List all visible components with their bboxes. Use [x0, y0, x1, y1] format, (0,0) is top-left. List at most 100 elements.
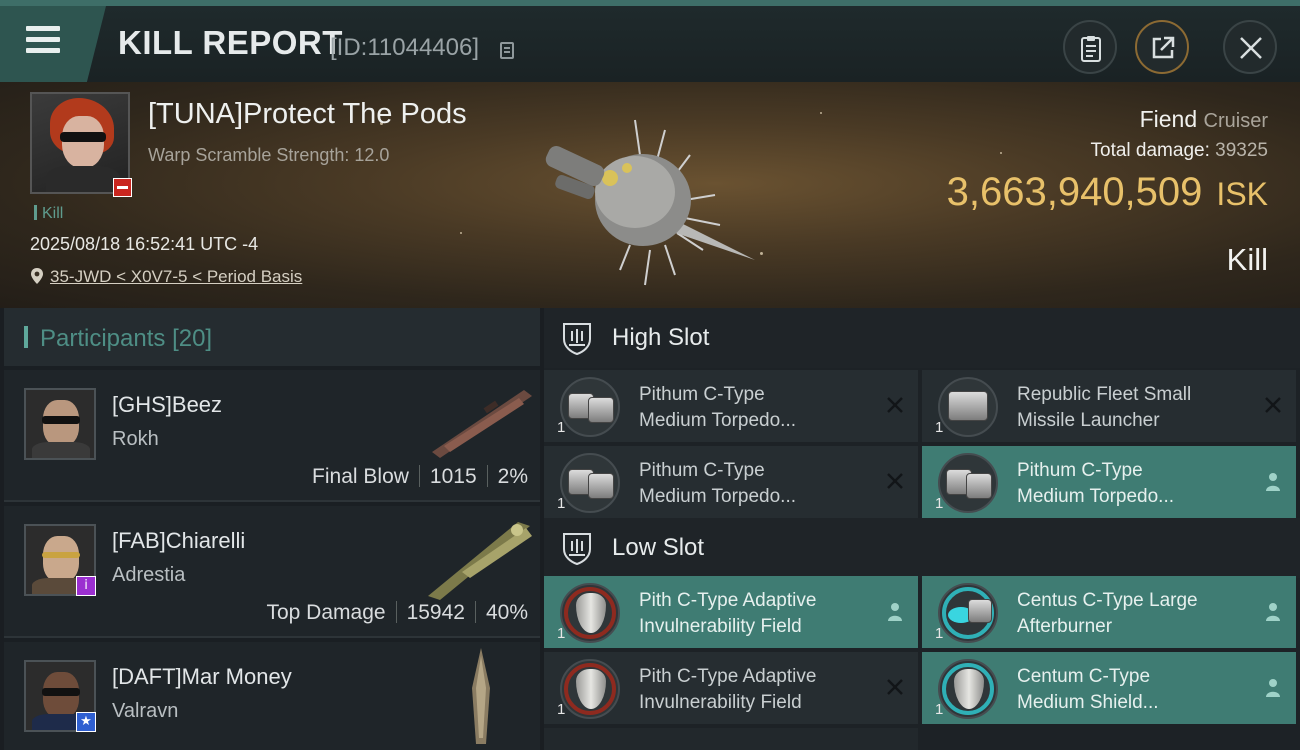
avatar-face — [43, 536, 79, 582]
page-title: KILL REPORT — [118, 24, 343, 61]
participant-ship-image — [428, 522, 532, 600]
low-slot-header: Low Slot — [544, 518, 1300, 578]
afterburner-icon — [938, 583, 998, 643]
participant-avatar[interactable] — [24, 388, 96, 460]
module-name-line1: Pithum C-Type — [1017, 460, 1143, 481]
dropped-person-icon — [1266, 473, 1280, 491]
participant-ship-image — [472, 648, 490, 744]
module-quantity: 1 — [935, 419, 944, 436]
participant-damage: 1015 — [429, 465, 477, 488]
kill-tag: Kill — [34, 205, 63, 223]
module-item[interactable]: 1 Pithum C-Type Medium Torpedo... — [922, 446, 1296, 518]
module-name-line2: Invulnerability Field — [639, 616, 802, 637]
participant-damage: 15942 — [406, 601, 465, 624]
destroyed-icon — [887, 679, 903, 695]
launcher-tube — [588, 397, 614, 423]
module-quantity: 1 — [935, 701, 944, 718]
participant-role: Final Blow — [312, 465, 409, 488]
hamburger-icon-bar — [26, 48, 60, 53]
participant-row[interactable]: ★ [DAFT]Mar Money Valravn — [4, 642, 540, 750]
participant-stats: Final Blow 1015 2% — [312, 465, 528, 489]
low-slot-icon — [563, 533, 591, 565]
participant-stats: Top Damage 15942 40% — [266, 601, 528, 625]
destroyed-icon — [887, 473, 903, 489]
module-quantity: 1 — [557, 495, 566, 512]
high-slot-header: High Slot — [544, 308, 1300, 368]
module-item-partial[interactable] — [544, 728, 918, 750]
close-button[interactable] — [1223, 20, 1277, 74]
module-name-line2: Medium Torpedo... — [1017, 486, 1175, 507]
participant-percent: 40% — [485, 601, 528, 624]
participants-panel: Participants [20] [GHS]Beez Rokh Final B… — [4, 308, 540, 750]
module-item[interactable]: 1 Centus C-Type Large Afterburner — [922, 576, 1296, 648]
module-name-line2: Missile Launcher — [1017, 410, 1160, 431]
participant-name: [FAB]Chiarelli — [112, 528, 246, 553]
module-item[interactable]: 1 Pith C-Type Adaptive Invulnerability Fi… — [544, 576, 918, 648]
module-item[interactable]: 1 Centum C-Type Medium Shield... — [922, 652, 1296, 724]
location-link[interactable]: 35-JWD < X0V7-5 < Period Basis — [50, 267, 302, 286]
torpedo-launcher-icon — [560, 453, 620, 513]
avatar-body — [32, 442, 90, 458]
module-name: Centus C-Type Large Afterburner — [1017, 588, 1247, 640]
share-icon — [1152, 36, 1175, 59]
module-name-line2: Afterburner — [1017, 616, 1113, 637]
avatar-glasses — [60, 132, 106, 142]
invulnerability-field-icon — [560, 583, 620, 643]
shield-extender-icon — [938, 659, 998, 719]
module-name-line2: Medium Torpedo... — [639, 410, 797, 431]
total-damage: Total damage: 39325 — [1091, 140, 1268, 162]
module-name-line2: Medium Shield... — [1017, 692, 1159, 713]
kill-location[interactable]: 35-JWD < X0V7-5 < Period Basis — [30, 267, 302, 287]
module-name: Republic Fleet Small Missile Launcher — [1017, 382, 1247, 434]
kill-result: Kill — [1226, 242, 1268, 277]
clipboard-button[interactable] — [1063, 20, 1117, 74]
star — [1000, 152, 1002, 154]
header-marker — [24, 326, 28, 348]
close-icon — [1240, 37, 1262, 59]
module-name-line1: Centus C-Type Large — [1017, 590, 1198, 611]
participant-ship: Rokh — [112, 428, 159, 450]
module-item[interactable]: 1 Pithum C-Type Medium Torpedo... — [544, 446, 918, 518]
participant-ship-image — [432, 390, 532, 458]
isk-unit: ISK — [1216, 176, 1268, 212]
dropped-person-icon — [1266, 603, 1280, 621]
launcher-tube — [966, 473, 992, 499]
module-quantity: 1 — [935, 625, 944, 642]
share-button[interactable] — [1135, 20, 1189, 74]
menu-button[interactable] — [0, 6, 106, 82]
module-name: Pith C-Type Adaptive Invulnerability Fiel… — [639, 588, 869, 640]
participants-label: Participants — [40, 325, 166, 352]
hamburger-icon-bar — [26, 37, 60, 42]
module-item[interactable]: 1 Pithum C-Type Medium Torpedo... — [544, 370, 918, 442]
victim-ship-render[interactable] — [525, 100, 765, 300]
module-name-line1: Pithum C-Type — [639, 384, 765, 405]
module-item[interactable]: 1 Republic Fleet Small Missile Launcher — [922, 370, 1296, 442]
invulnerability-field-icon — [560, 659, 620, 719]
ship-class: Cruiser — [1203, 110, 1268, 132]
module-name-line1: Pithum C-Type — [639, 460, 765, 481]
clipboard-icon — [1081, 36, 1101, 62]
afterburner-body — [968, 599, 992, 623]
participant-row[interactable]: [GHS]Beez Rokh Final Blow 1015 2% — [4, 370, 540, 502]
copy-id-icon[interactable] — [500, 42, 514, 59]
module-name-line2: Invulnerability Field — [639, 692, 802, 713]
victim-name[interactable]: [TUNA]Protect The Pods — [148, 98, 467, 131]
participant-row[interactable]: i [FAB]Chiarelli Adrestia Top Damage 1594… — [4, 506, 540, 638]
destroyed-icon — [1265, 397, 1281, 413]
module-name-line1: Centum C-Type — [1017, 666, 1151, 687]
isk-value: 3,663,940,509 ISK — [947, 170, 1268, 215]
module-name-line1: Pith C-Type Adaptive — [639, 590, 817, 611]
torpedo-launcher-icon — [560, 377, 620, 437]
module-quantity: 1 — [557, 625, 566, 642]
ship-name: Fiend — [1139, 106, 1198, 132]
module-quantity: 1 — [935, 495, 944, 512]
kill-datetime: 2025/08/18 16:52:41 UTC -4 — [30, 234, 259, 254]
participant-badge: i — [76, 576, 96, 596]
participants-header[interactable]: Participants [20] — [4, 308, 540, 366]
kill-tag-label: Kill — [42, 205, 64, 222]
module-name: Pith C-Type Adaptive Invulnerability Fiel… — [639, 664, 869, 716]
total-damage-value: 39325 — [1215, 140, 1268, 161]
module-item[interactable]: 1 Pith C-Type Adaptive Invulnerability Fi… — [544, 652, 918, 724]
participant-percent: 2% — [497, 465, 528, 488]
victim-ship-type: Fiend Cruiser — [1140, 106, 1268, 133]
